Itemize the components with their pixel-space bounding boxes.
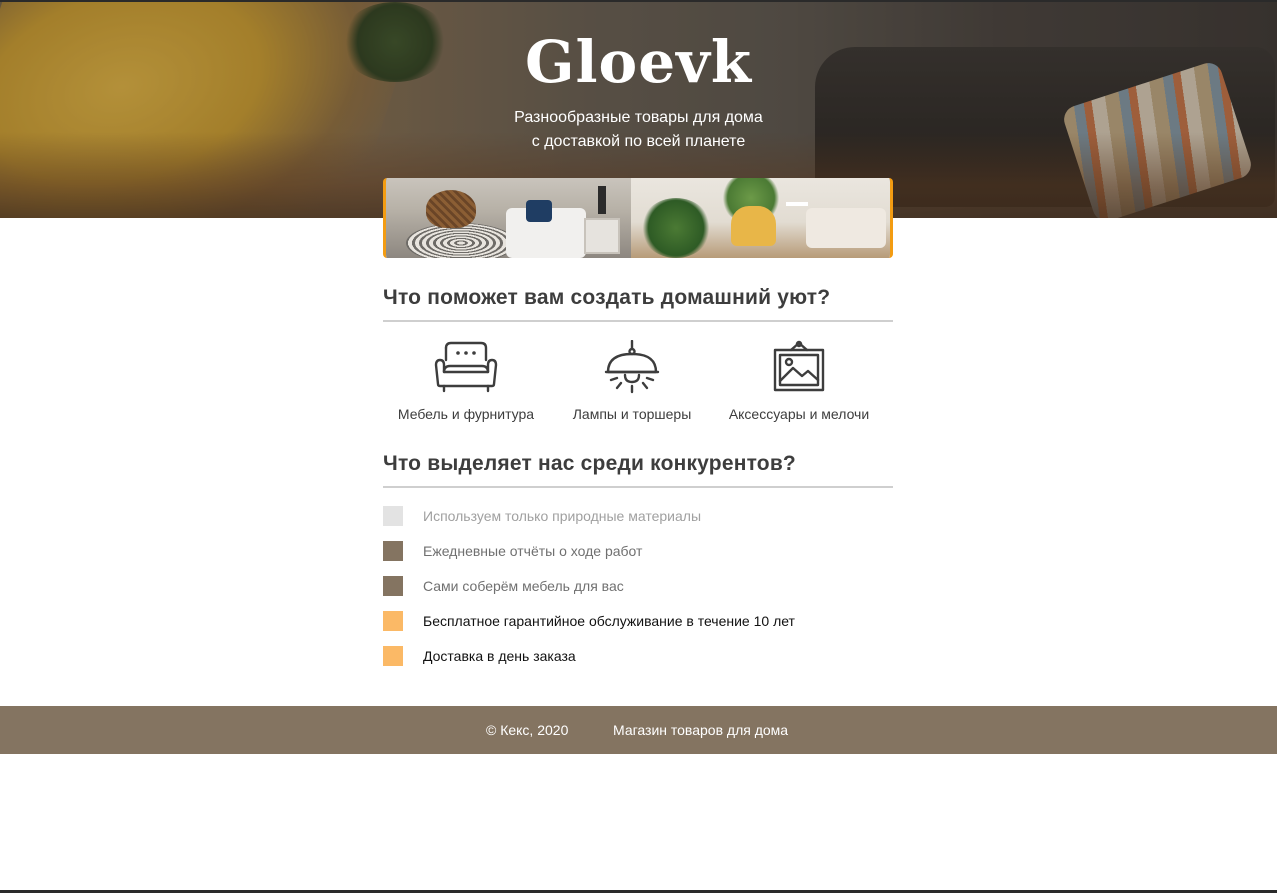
site-title: Gloevk: [524, 28, 753, 96]
photo-sofa: [806, 208, 886, 248]
photo-side-table: [786, 202, 808, 206]
photo-yellow-chair: [731, 206, 776, 246]
photo-rattan-chair: [426, 190, 476, 228]
advantage-item: Используем только природные материалы: [383, 506, 893, 541]
advantage-marker: [383, 611, 403, 631]
picture-frame-icon: [773, 340, 825, 392]
advantage-item: Сами соберём мебель для вас: [383, 576, 893, 611]
interior-photo-bedroom: [386, 178, 631, 258]
site-subtitle: Разнообразные товары для дома с доставко…: [0, 106, 1277, 154]
category-lamps-label: Лампы и торшеры: [572, 406, 692, 422]
footer-store-link[interactable]: Магазин товаров для дома: [613, 722, 788, 738]
interior-photo-strip: [383, 178, 893, 258]
footer-copyright: © Кекс, 2020: [486, 722, 569, 738]
advantage-marker: [383, 506, 403, 526]
advantage-item: Доставка в день заказа: [383, 646, 893, 681]
site-subtitle-line-2: с доставкой по всей планете: [531, 133, 746, 150]
category-lamps[interactable]: Лампы и торшеры: [547, 340, 717, 422]
category-list: Мебель и фурнитура Лампы и торшеры Аксес…: [383, 340, 893, 430]
advantage-marker: [383, 541, 403, 561]
lamp-icon: [604, 340, 660, 394]
category-furniture[interactable]: Мебель и фурнитура: [381, 340, 551, 422]
advantage-item: Ежедневные отчёты о ходе работ: [383, 541, 893, 576]
advantage-text: Бесплатное гарантийное обслуживание в те…: [423, 613, 795, 629]
category-accessories[interactable]: Аксессуары и мелочи: [714, 340, 884, 422]
sofa-icon: [434, 341, 498, 393]
advantages-list: Используем только природные материалы Еж…: [383, 506, 893, 681]
categories-heading: Что поможет вам создать домашний уют?: [383, 286, 893, 322]
advantages-heading: Что выделяет нас среди конкурентов?: [383, 452, 893, 488]
advantage-marker: [383, 646, 403, 666]
photo-rug: [406, 223, 516, 258]
photo-nightstand: [584, 218, 620, 254]
photo-pillow: [526, 200, 552, 222]
interior-photo-livingroom: [631, 178, 890, 258]
category-furniture-label: Мебель и фурнитура: [397, 406, 535, 422]
advantage-text: Доставка в день заказа: [423, 648, 576, 664]
advantage-marker: [383, 576, 403, 596]
advantage-text: Сами соберём мебель для вас: [423, 578, 624, 594]
photo-lamp: [598, 186, 606, 214]
advantage-text: Ежедневные отчёты о ходе работ: [423, 543, 643, 559]
advantage-item: Бесплатное гарантийное обслуживание в те…: [383, 611, 893, 646]
site-subtitle-line-1: Разнообразные товары для дома: [514, 109, 763, 126]
advantage-text: Используем только природные материалы: [423, 508, 702, 524]
category-accessories-label: Аксессуары и мелочи: [728, 406, 870, 422]
photo-plant-1: [641, 198, 711, 258]
site-footer: © Кекс, 2020 Магазин товаров для дома: [0, 706, 1277, 754]
